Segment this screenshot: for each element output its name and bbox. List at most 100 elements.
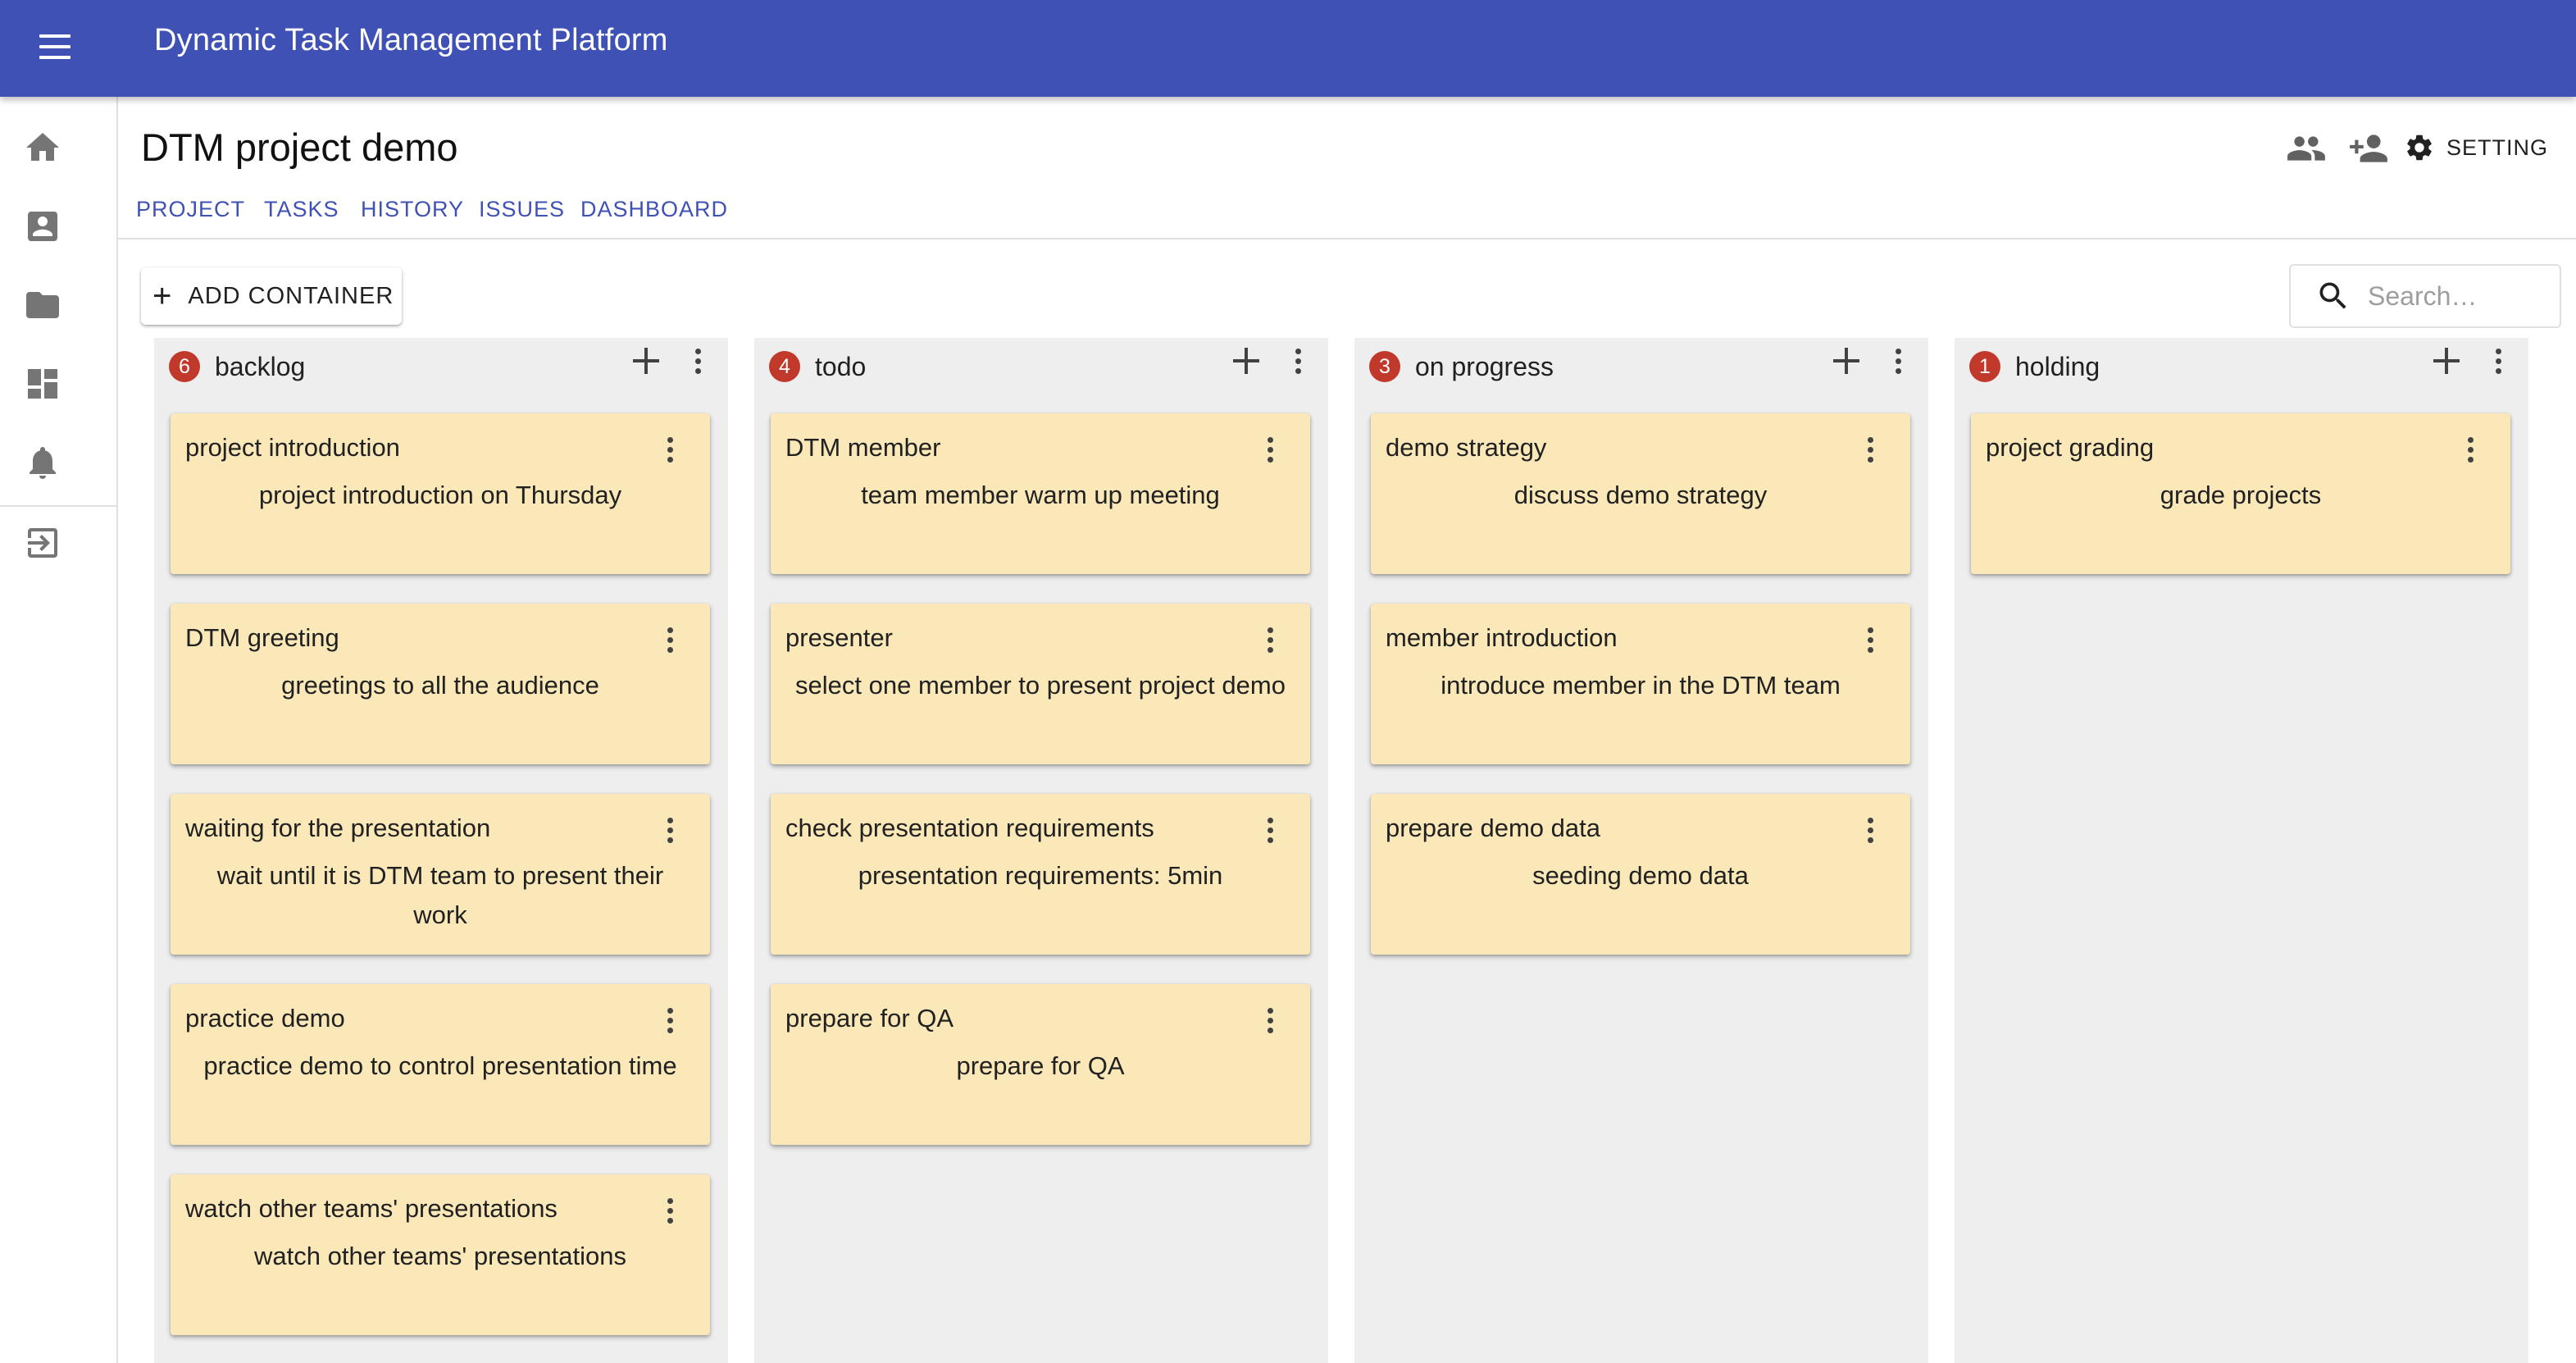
task-card[interactable]: demo strategy discuss demo strategy [1371,413,1910,574]
gear-icon [2407,134,2432,161]
tab-history[interactable]: HISTORY [361,197,464,222]
add-task-icon[interactable] [1830,344,1863,377]
more-vert-icon[interactable] [1891,344,1907,377]
more-vert-icon[interactable] [1263,814,1279,846]
card-description: greetings to all the audience [281,671,599,700]
more-vert-icon[interactable] [1863,814,1879,846]
more-vert-icon[interactable] [662,814,679,846]
more-vert-icon[interactable] [1863,433,1879,466]
more-vert-icon[interactable] [662,1004,679,1037]
card-description: practice demo to control presentation ti… [203,1051,677,1080]
task-card[interactable]: DTM member team member warm up meeting [771,413,1310,574]
more-vert-icon[interactable] [1263,623,1279,656]
search-icon [2319,282,2346,309]
more-vert-icon[interactable] [662,433,679,466]
add-task-icon[interactable] [2430,344,2463,377]
card-description: introduce member in the DTM team [1440,671,1841,700]
count-badge: 4 [769,351,800,382]
card-description: wait until it is DTM team to present the… [216,861,664,929]
card-title: project grading [1986,433,2155,462]
task-card[interactable]: project introduction project introductio… [171,413,710,574]
task-card[interactable]: waiting for the presentation wait until … [171,794,710,955]
task-card[interactable]: watch other teams' presentations watch o… [171,1174,710,1335]
task-card[interactable]: project grading grade projects [1971,413,2510,574]
dashboard-icon[interactable] [23,364,62,403]
card-description: seeding demo data [1532,861,1749,890]
card-title: DTM greeting [185,623,339,652]
task-card[interactable]: presenter select one member to present p… [771,604,1310,764]
more-vert-icon[interactable] [1263,1004,1279,1037]
task-card[interactable]: DTM greeting greetings to all the audien… [171,604,710,764]
plus-icon: + [152,278,172,314]
task-card[interactable]: practice demo practice demo to control p… [171,984,710,1145]
card-title: waiting for the presentation [185,814,491,842]
home-icon[interactable] [23,128,62,167]
card-description: grade projects [2160,481,2322,509]
page-title: DTM project demo [141,125,458,169]
card-title: DTM member [785,433,941,462]
add-container-label: ADD CONTAINER [188,282,394,309]
folder-icon[interactable] [23,285,62,325]
setting-label: SETTING [2446,134,2549,160]
card-title: demo strategy [1386,433,1547,462]
column-title: holding [2015,352,2100,381]
column-on-progress: 3 on progress demo strategy discuss demo… [1354,338,1928,1363]
card-title: presenter [785,623,893,652]
column-backlog: 6 backlog project introduction project i… [154,338,728,1363]
sidebar [0,97,118,1363]
more-vert-icon[interactable] [662,623,679,656]
task-card[interactable]: check presentation requirements presenta… [771,794,1310,955]
card-title: prepare demo data [1386,814,1600,842]
card-description: discuss demo strategy [1513,481,1768,509]
tab-project[interactable]: PROJECT [136,197,245,222]
app-bar: Dynamic Task Management Platform [0,0,2576,97]
column-todo: 4 todo DTM member team member warm up me… [754,338,1328,1363]
more-vert-icon[interactable] [1263,433,1279,466]
card-title: watch other teams' presentations [185,1194,558,1223]
app-title: Dynamic Task Management Platform [154,23,668,57]
more-vert-icon[interactable] [2491,344,2507,377]
tab-tasks[interactable]: TASKS [264,197,339,222]
tab-dashboard[interactable]: DASHBOARD [580,197,728,222]
task-card[interactable]: member introduction introduce member in … [1371,604,1910,764]
more-vert-icon[interactable] [1863,623,1879,656]
column-title: backlog [215,352,306,381]
notifications-icon[interactable] [23,443,62,482]
card-description: select one member to present project dem… [795,671,1286,700]
add-task-icon[interactable] [630,344,662,377]
more-vert-icon[interactable] [1290,344,1307,377]
card-description: team member warm up meeting [861,481,1220,509]
card-description: watch other teams' presentations [254,1242,626,1270]
add-container-button[interactable]: + ADD CONTAINER [141,267,402,325]
card-description: project introduction on Thursday [258,481,622,509]
setting-button[interactable]: SETTING [2404,125,2548,171]
card-title: practice demo [185,1004,345,1033]
menu-icon[interactable] [36,30,75,67]
add-task-icon[interactable] [1230,344,1263,377]
sidebar-divider [0,505,116,507]
card-title: check presentation requirements [785,814,1154,842]
column-title: on progress [1415,352,1554,381]
tab-issues[interactable]: ISSUES [479,197,565,222]
group-icon[interactable] [2286,128,2327,169]
task-card[interactable]: prepare demo data seeding demo data [1371,794,1910,955]
task-card[interactable]: prepare for QA prepare for QA [771,984,1310,1145]
search-input[interactable] [2366,280,2533,312]
more-vert-icon[interactable] [690,344,707,377]
header-divider [116,238,2576,239]
card-description: prepare for QA [956,1051,1125,1080]
count-badge: 3 [1369,351,1400,382]
search-box[interactable] [2289,264,2561,328]
card-title: project introduction [185,433,400,462]
more-vert-icon[interactable] [2463,433,2479,466]
card-description: presentation requirements: 5min [858,861,1223,890]
account-box-icon[interactable] [23,207,62,246]
count-badge: 1 [1969,351,2000,382]
column-holding: 1 holding project grading grade projects [1955,338,2528,1363]
more-vert-icon[interactable] [662,1194,679,1227]
logout-icon[interactable] [23,523,62,563]
card-title: member introduction [1386,623,1618,652]
card-title: prepare for QA [785,1004,954,1033]
count-badge: 6 [169,351,200,382]
person-add-icon[interactable] [2348,128,2389,169]
